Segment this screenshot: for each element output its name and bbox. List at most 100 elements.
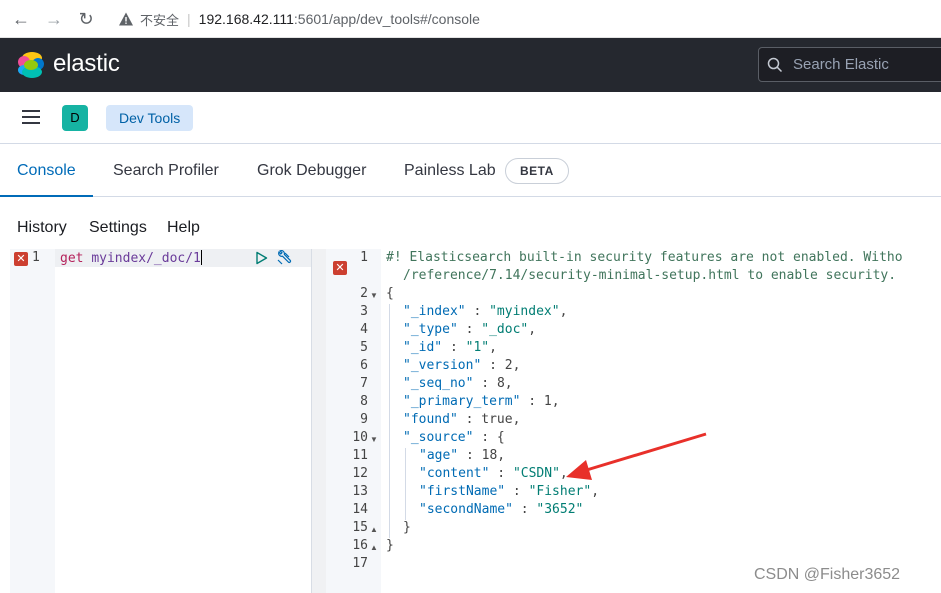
line-number: 1: [360, 250, 368, 265]
json-line: "_primary_term" : 1,: [403, 394, 560, 409]
app-bar: D Dev Tools: [0, 92, 941, 144]
tab-search-profiler[interactable]: Search Profiler: [113, 144, 219, 197]
line-number: 8: [360, 394, 368, 409]
line-number: 6: [360, 358, 368, 373]
line-number: 15: [352, 520, 368, 535]
line-number: 14: [352, 502, 368, 517]
json-line: "age" : 18,: [419, 448, 506, 463]
json-value: 2: [504, 358, 513, 373]
settings-link[interactable]: Settings: [89, 219, 147, 237]
line-number: 2: [360, 286, 368, 301]
request-path: myindex/_doc/1: [91, 251, 201, 266]
breadcrumb[interactable]: Dev Tools: [106, 105, 194, 131]
json-line: "_seq_no" : 8,: [403, 376, 513, 391]
space-avatar[interactable]: D: [62, 105, 88, 131]
insecure-label: 不安全: [140, 12, 180, 28]
json-key: "_type": [403, 322, 458, 337]
elastic-logo-icon[interactable]: [16, 51, 46, 79]
json-line: "_id" : "1",: [403, 340, 497, 355]
line-number: 1: [32, 250, 40, 265]
back-arrow-icon[interactable]: ←: [11, 9, 31, 29]
beta-badge: BETA: [505, 158, 569, 184]
wrench-icon[interactable]: [276, 250, 292, 266]
search-icon: [767, 57, 783, 73]
json-value: "1": [465, 340, 490, 355]
brand-name[interactable]: elastic: [53, 50, 120, 78]
browser-toolbar: ← → ↻ 不安全 | 192.168.42.111 :5601/app/dev…: [0, 0, 941, 38]
line-number: 10: [352, 430, 368, 445]
json-brace: }: [386, 538, 394, 553]
json-key: "_index": [403, 304, 466, 319]
json-key: "firstName": [419, 484, 506, 499]
json-key: "_seq_no": [403, 376, 474, 391]
json-line: "content" : "CSDN",: [419, 466, 568, 481]
send-request-icon[interactable]: [255, 251, 268, 265]
hamburger-menu-icon[interactable]: [21, 108, 41, 126]
json-brace: }: [403, 520, 411, 535]
global-search-input[interactable]: Search Elastic: [758, 47, 941, 82]
json-line: "found" : true,: [403, 412, 521, 427]
line-number: 17: [352, 556, 368, 571]
json-line: "firstName" : "Fisher",: [419, 484, 600, 499]
search-placeholder: Search Elastic: [793, 56, 889, 73]
warning-icon: [119, 12, 133, 26]
forward-arrow-icon[interactable]: →: [44, 9, 64, 29]
help-link[interactable]: Help: [167, 219, 200, 237]
console-menu: History Settings Help: [0, 197, 941, 249]
json-value: "Fisher": [528, 484, 592, 499]
request-editor[interactable]: ✕ 1 get myindex/_doc/1: [10, 249, 311, 593]
fold-toggle-icon[interactable]: ▲: [370, 543, 378, 552]
address-bar[interactable]: 不安全 | 192.168.42.111 :5601/app/dev_tools…: [118, 8, 480, 30]
response-output: ✕ 1 2 3 4 5 6 7 8 9 10 11 12 13 14 15 16…: [326, 249, 941, 593]
tab-console[interactable]: Console: [0, 144, 93, 197]
elastic-header: elastic Search Elastic: [0, 38, 941, 92]
url-host: 192.168.42.111: [198, 11, 294, 27]
json-key: "content": [419, 466, 490, 481]
json-key: "age": [419, 448, 459, 463]
request-line[interactable]: get myindex/_doc/1: [60, 250, 202, 266]
indent-guide: [405, 448, 406, 520]
line-number: 4: [360, 322, 368, 337]
fold-toggle-icon[interactable]: ▼: [370, 435, 378, 444]
error-marker-icon[interactable]: ✕: [14, 252, 28, 266]
tab-grok-debugger[interactable]: Grok Debugger: [257, 144, 366, 197]
text-cursor: [200, 250, 202, 265]
json-value: 18: [481, 448, 498, 463]
indent-guide: [389, 304, 390, 538]
json-line: "secondName" : "3652": [419, 502, 584, 517]
json-key: "_version": [403, 358, 482, 373]
json-brace: {: [386, 286, 394, 301]
line-number: 12: [352, 466, 368, 481]
fold-toggle-icon[interactable]: ▲: [370, 525, 378, 534]
reload-icon[interactable]: ↻: [76, 9, 96, 29]
json-value: true: [481, 412, 513, 427]
json-key: "found": [403, 412, 458, 427]
annotation-arrow-icon: [566, 432, 707, 480]
fold-toggle-icon[interactable]: ▼: [370, 291, 378, 300]
url-divider: |: [187, 11, 191, 27]
json-line: "_version" : 2,: [403, 358, 521, 373]
json-value: "myindex": [489, 304, 560, 319]
dev-tools-tabs: Console Search Profiler Grok Debugger Pa…: [0, 144, 941, 197]
history-link[interactable]: History: [17, 219, 67, 237]
response-comment: #! Elasticsearch built-in security featu…: [386, 250, 903, 265]
json-key: "_primary_term": [403, 394, 521, 409]
line-number: 3: [360, 304, 368, 319]
json-line: "_index" : "myindex",: [403, 304, 568, 319]
line-number: 5: [360, 340, 368, 355]
json-value: 1: [543, 394, 552, 409]
json-line: "_source" : {: [403, 430, 505, 445]
json-key: "secondName": [419, 502, 513, 517]
pane-resizer[interactable]: [311, 249, 326, 593]
line-number: 7: [360, 376, 368, 391]
json-value: "CSDN": [512, 466, 560, 481]
request-method: get: [60, 251, 84, 266]
tab-painless-lab[interactable]: Painless Lab: [404, 144, 496, 197]
watermark: CSDN @Fisher3652: [754, 566, 901, 583]
json-key: "_source": [403, 430, 474, 445]
json-value: "_doc": [481, 322, 529, 337]
response-comment: /reference/7.14/security-minimal-setup.h…: [403, 268, 897, 283]
line-number: 16: [352, 538, 368, 553]
json-value: "3652": [536, 502, 584, 517]
line-number: 13: [352, 484, 368, 499]
